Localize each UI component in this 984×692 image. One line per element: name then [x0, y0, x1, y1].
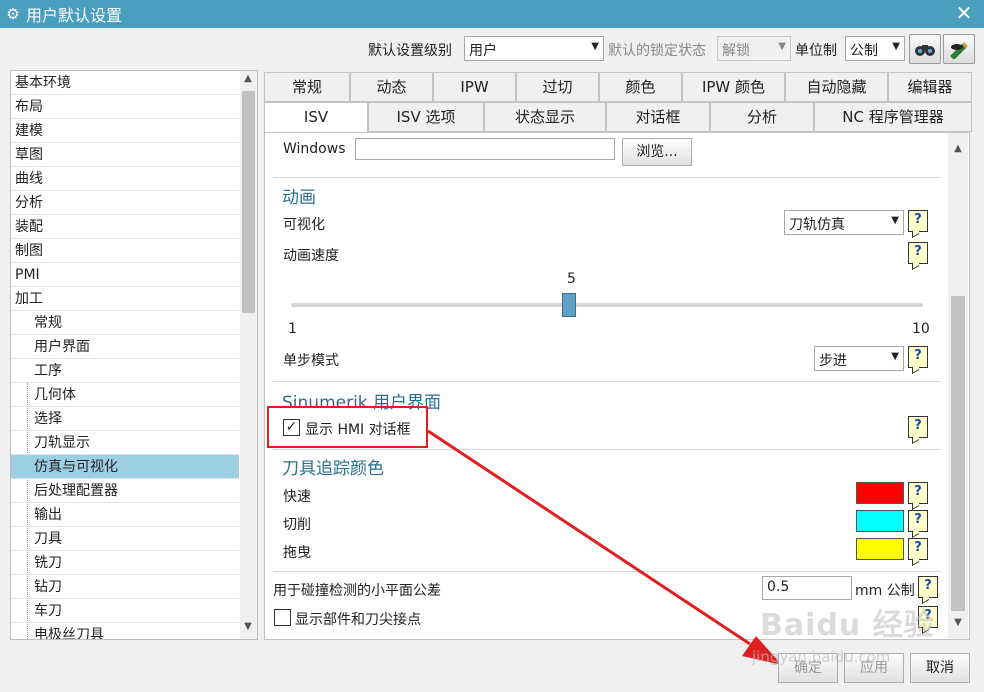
watermark-logo: Baidu 经验: [760, 608, 935, 643]
watermark-url: jingyan.baidu.com: [752, 648, 891, 666]
annotation-arrow: [427, 429, 782, 665]
cancel-button[interactable]: 取消: [910, 653, 970, 683]
